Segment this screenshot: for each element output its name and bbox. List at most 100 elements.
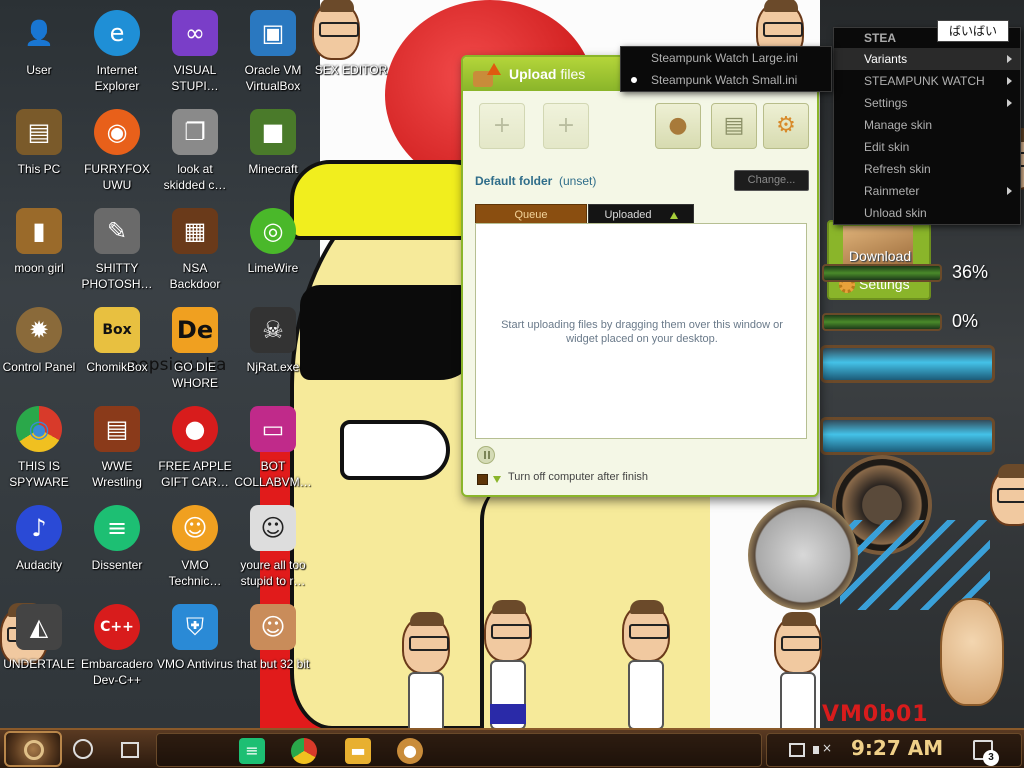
desktop-icon-chrome[interactable]: ◉ THIS IS SPYWARE [0,402,78,496]
pause-button[interactable] [477,446,495,464]
notification-count-badge: 3 [983,750,999,766]
desktop-icon-bot-collabvm[interactable]: ▭ BOT COLLABVM… [234,402,312,496]
cpu-meter-value: 36% [952,262,989,282]
meter-tube [822,264,942,282]
skin-context-menu[interactable]: STEA Variants STEAMPUNK WATCH Settings M… [833,27,1021,225]
upload-files-window[interactable]: Upload files + + ● ▤ ⚙ Default folder (u… [461,55,819,497]
limewire-icon: ◎ [250,208,296,254]
task-view-button[interactable] [118,740,140,758]
desktop-icon-audacity[interactable]: ♪ Audacity [0,501,78,595]
empty-queue-message: Start uploading files by dragging them o… [501,319,783,345]
search-button[interactable] [73,739,93,759]
desktop-icon-minecraft[interactable]: ■ Minecraft [234,105,312,199]
desktop-icon-devcpp[interactable]: C++ Embarcadero Dev-C++ [78,600,156,694]
menu-item-manage-skin[interactable]: Manage skin [834,114,1020,136]
desktop-icon-skidded[interactable]: ❐ look at skidded c… [156,105,234,199]
menu-item-settings[interactable]: Settings [834,92,1020,114]
desktop-icon-njrat[interactable]: ☠ NjRat.exe [234,303,312,397]
taskbar: ≡ ▬ ● 9:27 AM 3 [0,728,1024,768]
desktop-icon-vmo-technic[interactable]: ☺ VMO Technic… [156,501,234,595]
gear-icon: ⚙ [776,113,796,138]
chomikbox-icon: Box [94,307,140,353]
upload-app-logo-icon [473,63,501,87]
desktop-icon-sex-editor[interactable]: SEX EDITOR [312,6,390,100]
upload-queue-list[interactable]: Start uploading files by dragging them o… [475,223,807,439]
desktop-icon-label: SHITTY PHOTOSH… [81,261,153,291]
desktop-icon-label: THIS IS SPYWARE [9,459,69,489]
menu-item-rainmeter[interactable]: Rainmeter [834,180,1020,202]
desktop-icon-label: NSA Backdoor [169,261,221,291]
desktop-icon-label: BOT COLLABVM… [234,459,312,489]
clock[interactable]: 9:27 AM [851,736,943,760]
desktop-icon-dissenter[interactable]: ≡ Dissenter [78,501,156,595]
desktop-icon-label: VMO Antivirus [156,657,234,671]
steampunk-start-icon [24,740,44,760]
windows-stack-icon: ❐ [172,109,218,155]
variant-large[interactable]: Steampunk Watch Large.ini [621,47,831,69]
hamster-button[interactable]: ● [655,103,701,149]
taskbar-chomikbox-icon[interactable]: ● [397,738,423,764]
desktop-icon-youre-all-too-stupid[interactable]: ☺ youre all too stupid to r… [234,501,312,595]
desktop-icon-firefox[interactable]: ◉ FURRYFOX UWU [78,105,156,199]
desktop-icon-that-but-32-bit[interactable]: ☺ that but 32 bit [234,600,312,694]
desktop-icon-grid: 👤 User e Internet Explorer ∞ VISUAL STUP… [0,0,387,720]
cartoon-head-sprite [990,464,1024,526]
tab-queue[interactable]: Queue [475,204,587,224]
portrait-icon: ☺ [250,505,296,551]
minecraft-icon: ■ [250,109,296,155]
desktop-icon-gimp[interactable]: ✎ SHITTY PHOTOSH… [78,204,156,298]
add-folder-button[interactable]: + [543,103,589,149]
desktop-icon-label: User [26,63,52,77]
desktop-icon-limewire[interactable]: ◎ LimeWire [234,204,312,298]
desktop-icon-label: LimeWire [247,261,299,275]
desktop-icon-vmo-antivirus[interactable]: ⛨ VMO Antivirus [156,600,234,694]
ring-icon: ▤ [94,406,140,452]
desktop-icon-undertale[interactable]: ◭ UNDERTALE [0,600,78,694]
volume-muted-icon[interactable] [813,741,832,757]
desktop-icon-internet-explorer[interactable]: e Internet Explorer [78,6,156,100]
menu-item-edit-skin[interactable]: Edit skin [834,136,1020,158]
desktop-icon-user[interactable]: 👤 User [0,6,78,100]
desktop-icon-go-die[interactable]: De GO DIE WHORE [156,303,234,397]
steampunk-blue-tubes [840,520,990,610]
menu-item-refresh-skin[interactable]: Refresh skin [834,158,1020,180]
chomikbox-widget[interactable]: Download Settings [827,220,931,300]
taskbar-dissenter-icon[interactable]: ≡ [239,738,265,764]
desktop-icon-label: VMO Technic… [168,558,222,588]
desktop-icon-chomikbox[interactable]: Box ChomikBox [78,303,156,397]
wallpaper-sunglasses [300,285,480,380]
desktop-icon-label: youre all too stupid to r… [240,558,306,588]
cartoon-body-sprite [628,660,664,730]
ram-meter-value: 0% [952,311,979,331]
shutdown-checkbox[interactable] [477,474,488,485]
desktop-icon-moon-girl[interactable]: ▮ moon girl [0,204,78,298]
desktop-icon-label: SEX EDITOR [314,63,388,77]
variant-small[interactable]: Steampunk Watch Small.ini [621,69,831,91]
tab-uploaded[interactable]: Uploaded [588,204,694,224]
menu-item-steampunk-watch[interactable]: STEAMPUNK WATCH [834,70,1020,92]
desktop-icon-this-pc[interactable]: ▤ This PC [0,105,78,199]
clipboard-button[interactable]: ▤ [711,103,757,149]
variants-submenu[interactable]: Steampunk Watch Large.ini Steampunk Watc… [620,46,832,92]
desktop-icon-label: FURRYFOX UWU [84,162,150,192]
desktop-icon-apple-gift[interactable]: ● FREE APPLE GIFT CAR… [156,402,234,496]
desktop-icon-wwe[interactable]: ▤ WWE Wrestling [78,402,156,496]
taskbar-file-explorer-icon[interactable]: ▬ [345,738,371,764]
system-tray: 9:27 AM 3 [766,733,1022,767]
taskbar-chrome-icon[interactable] [291,738,317,764]
add-file-button[interactable]: + [479,103,525,149]
triangle-down-icon [493,476,501,483]
settings-button[interactable]: ⚙ [763,103,809,149]
change-folder-button[interactable]: Change... [734,170,809,191]
menu-item-variants[interactable]: Variants [834,48,1020,70]
desktop-icon-control-panel[interactable]: ✹ Control Panel [0,303,78,397]
network-icon[interactable] [789,743,805,757]
desktop-icon-visual-studio[interactable]: ∞ VISUAL STUPI… [156,6,234,100]
desktop-icon-label: FREE APPLE GIFT CAR… [158,459,232,489]
desktop-icon-virtualbox[interactable]: ▣ Oracle VM VirtualBox [234,6,312,100]
chrome-icon: ◉ [16,406,62,452]
cartoon-head-sprite [774,612,822,674]
start-button[interactable] [4,731,62,767]
menu-item-unload-skin[interactable]: Unload skin [834,202,1020,224]
desktop-icon-nsa-backdoor[interactable]: ▦ NSA Backdoor [156,204,234,298]
